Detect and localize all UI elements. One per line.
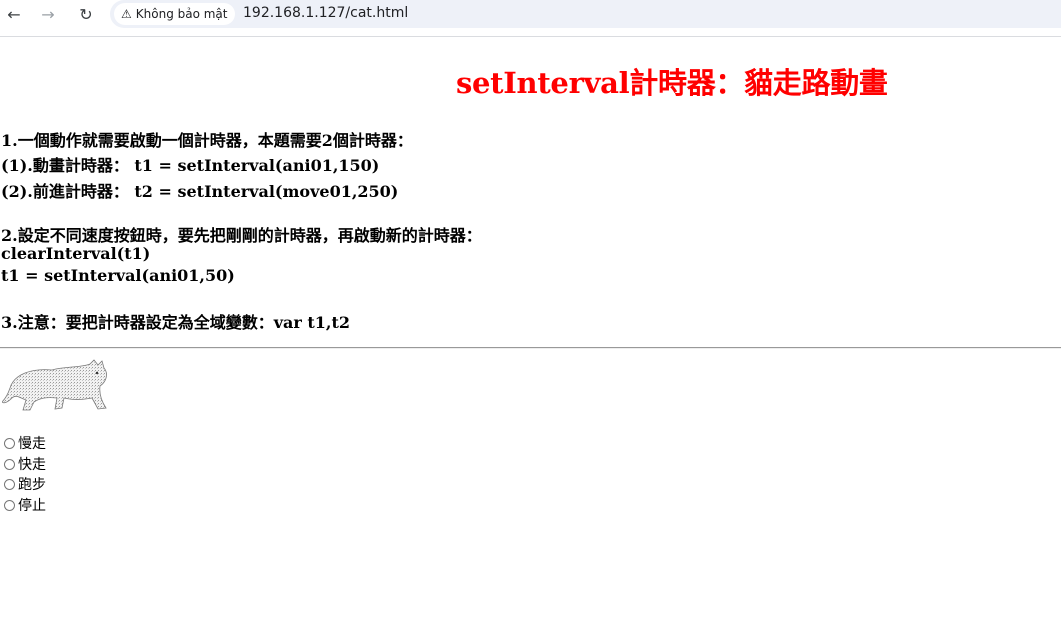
speed-option-run[interactable]: 跑步: [4, 474, 46, 494]
address-bar[interactable]: ⚠ Không bảo mật 192.168.1.127/cat.html: [110, 0, 1061, 28]
page-title: setInterval計時器：貓走路動畫: [456, 66, 888, 100]
speed-option-slow-walk[interactable]: 慢走: [4, 433, 46, 453]
speed-option-fast-walk[interactable]: 快走: [4, 454, 46, 474]
cat-image: [2, 359, 107, 411]
instruction-line-3: (2).前進計時器： t2 = setInterval(move01,250): [1, 182, 399, 201]
instruction-line-4: 2.設定不同速度按鈕時，要先把剛剛的計時器，再啟動新的計時器：: [1, 226, 482, 245]
url-text[interactable]: 192.168.1.127/cat.html: [243, 5, 408, 21]
security-label: Không bảo mật: [135, 7, 228, 21]
radio-button[interactable]: [4, 499, 15, 511]
code-line-set: t1 = setInterval(ani01,50): [1, 266, 235, 285]
radio-button[interactable]: [4, 478, 15, 490]
warning-icon: ⚠: [121, 7, 132, 21]
divider: [0, 347, 1061, 349]
speed-option-label: 快走: [18, 457, 46, 473]
instruction-line-1: 1.一個動作就需要啟動一個計時器，本題需要2個計時器：: [1, 131, 413, 150]
security-chip[interactable]: ⚠ Không bảo mật: [114, 3, 235, 25]
reload-icon[interactable]: ↻: [73, 3, 99, 25]
speed-option-stop[interactable]: 停止: [4, 495, 46, 515]
speed-option-label: 跑步: [18, 477, 46, 493]
instruction-line-5: 3.注意：要把計時器設定為全域變數：var t1,t2: [1, 313, 350, 332]
code-line-clear: clearInterval(t1): [1, 244, 151, 263]
radio-button[interactable]: [4, 458, 15, 470]
radio-button[interactable]: [4, 437, 15, 449]
browser-toolbar: ← → ↻ ⚠ Không bảo mật 192.168.1.127/cat.…: [0, 0, 1061, 37]
instruction-line-2: (1).動畫計時器： t1 = setInterval(ani01,150): [1, 156, 380, 175]
speed-option-label: 停止: [18, 498, 46, 514]
back-arrow-icon[interactable]: ←: [1, 3, 27, 25]
forward-arrow-icon[interactable]: →: [35, 3, 61, 25]
speed-option-label: 慢走: [18, 436, 46, 452]
